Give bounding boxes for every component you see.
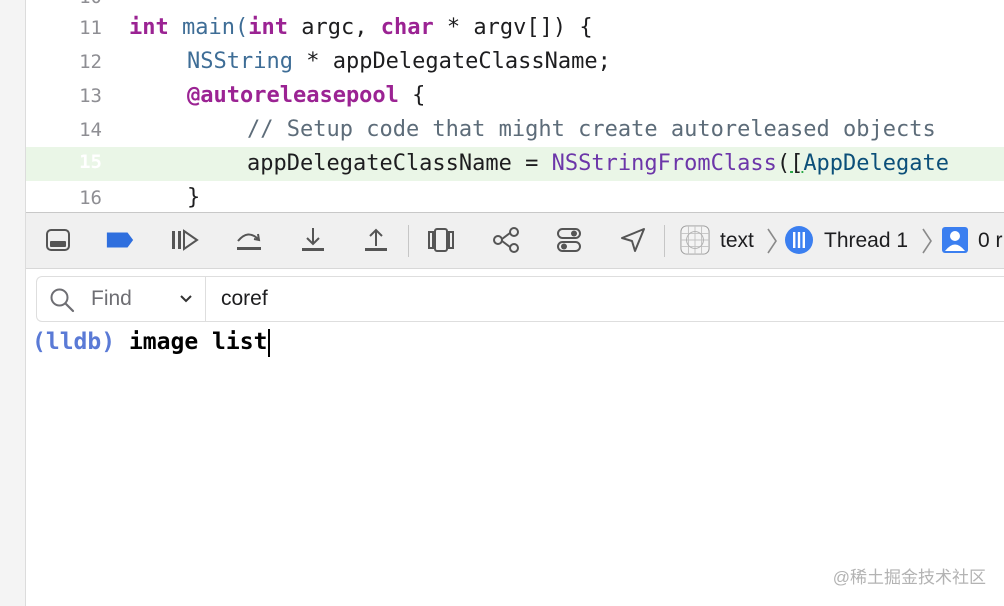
code-text: appDelegateClassName = NSStringFromClass… xyxy=(247,151,950,176)
filter-divider xyxy=(205,277,206,321)
navigator-edge xyxy=(0,0,26,606)
memory-graph-icon[interactable] xyxy=(491,225,521,255)
console-prompt: (lldb) xyxy=(32,329,116,355)
crumb-frame[interactable]: 0 r xyxy=(978,213,1003,268)
filter-input[interactable]: coref xyxy=(221,277,268,321)
code-line: 16 } xyxy=(26,181,1004,212)
search-icon xyxy=(50,288,75,313)
line-number: 12 xyxy=(79,51,102,73)
code-line: 11 int main(int argc, char * argv[]) { xyxy=(26,11,1004,45)
continue-icon[interactable] xyxy=(169,225,199,255)
text-cursor xyxy=(268,328,271,357)
step-into-icon[interactable] xyxy=(298,225,328,255)
line-number: 11 xyxy=(79,17,102,39)
toolbar-separator xyxy=(664,225,665,257)
step-over-icon[interactable] xyxy=(234,225,264,255)
crumb-process[interactable]: text xyxy=(720,213,754,268)
code-comment: // Setup code that might create autorele… xyxy=(247,117,936,142)
view-hierarchy-icon[interactable] xyxy=(426,225,456,255)
code-line: 12 NSString * appDelegateClassName; xyxy=(26,45,1004,79)
watermark: @稀土掘金技术社区 xyxy=(832,568,986,587)
environment-overrides-icon[interactable] xyxy=(554,225,584,255)
line-number: 13 xyxy=(79,85,102,107)
lldb-console[interactable]: (lldb) image list xyxy=(32,324,271,360)
toolbar-separator xyxy=(408,225,409,257)
simulate-location-icon[interactable] xyxy=(618,225,648,255)
step-out-icon[interactable] xyxy=(361,225,391,255)
line-number-active: 15 xyxy=(79,151,102,173)
crumb-thread[interactable]: Thread 1 xyxy=(824,213,908,268)
code-text: } xyxy=(187,185,201,210)
chevron-right-icon xyxy=(922,228,932,254)
stack-frame-icon[interactable] xyxy=(940,225,970,255)
line-number: 14 xyxy=(79,119,102,141)
app-process-icon[interactable] xyxy=(680,225,710,255)
code-text: int main(int argc, char * argv[]) { xyxy=(129,15,593,40)
find-mode-label[interactable]: Find xyxy=(91,277,132,321)
source-editor[interactable]: 10 11 int main(int argc, char * argv[]) … xyxy=(26,0,1004,212)
thread-icon[interactable] xyxy=(784,225,814,255)
chevron-down-icon[interactable] xyxy=(179,293,193,305)
chevron-right-icon xyxy=(767,228,777,254)
debug-toolbar: text Thread 1 0 r xyxy=(26,212,1004,269)
console-filter-bar: Find coref xyxy=(36,276,1004,322)
code-text: NSString * appDelegateClassName; xyxy=(187,49,611,74)
code-line: 14 // Setup code that might create autor… xyxy=(26,113,1004,147)
hide-debug-area-icon[interactable] xyxy=(43,225,73,255)
current-line-highlight: 15 appDelegateClassName = NSStringFromCl… xyxy=(26,147,1004,181)
console-command: image list xyxy=(128,329,268,355)
code-text: @autoreleasepool { xyxy=(187,83,426,108)
code-line: 13 @autoreleasepool { xyxy=(26,79,1004,113)
line-number: 16 xyxy=(79,187,102,209)
breakpoints-toggle-icon[interactable] xyxy=(105,225,135,255)
